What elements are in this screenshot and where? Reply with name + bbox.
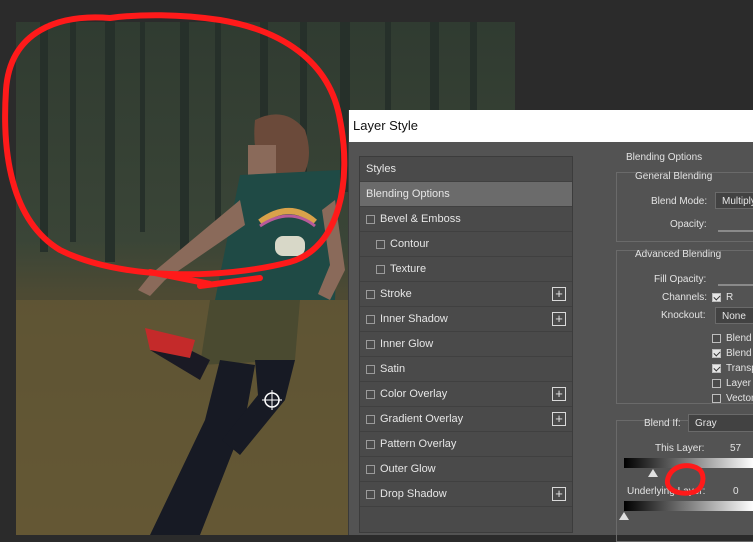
style-item-contour[interactable]: Contour	[360, 232, 572, 257]
dialog-title: Layer Style	[349, 110, 753, 142]
style-item-label: Stroke	[380, 288, 412, 300]
style-checkbox[interactable]	[376, 265, 385, 274]
style-checkbox[interactable]	[366, 340, 375, 349]
style-item-label: Blending Options	[366, 188, 450, 200]
opacity-label: Opacity:	[670, 219, 707, 230]
style-item-label: Outer Glow	[380, 463, 436, 475]
blend-mode-select[interactable]: Multiply	[715, 192, 753, 209]
advanced-option-label: Blend	[726, 333, 752, 344]
style-item-inner-shadow[interactable]: Inner Shadow +	[360, 307, 572, 332]
channels-label: Channels:	[662, 292, 708, 303]
style-checkbox[interactable]	[366, 290, 375, 299]
advanced-option-label: Transp	[726, 363, 753, 374]
style-item-label: Bevel & Emboss	[380, 213, 461, 225]
style-checkbox[interactable]	[366, 215, 375, 224]
style-item-styles[interactable]: Styles	[360, 157, 572, 182]
style-item-label: Color Overlay	[380, 388, 448, 400]
advanced-option-checkbox[interactable]	[712, 394, 721, 403]
style-item-label: Pattern Overlay	[380, 438, 457, 450]
style-item-label: Inner Glow	[380, 338, 434, 350]
style-item-outer-glow[interactable]: Outer Glow	[360, 457, 572, 482]
style-item-pattern-overlay[interactable]: Pattern Overlay	[360, 432, 572, 457]
add-style-plus-icon[interactable]: +	[552, 287, 566, 301]
add-style-plus-icon[interactable]: +	[552, 312, 566, 326]
style-item-satin[interactable]: Satin	[360, 357, 572, 382]
advanced-option-checkbox[interactable]	[712, 379, 721, 388]
underlying-layer-gradient	[624, 501, 753, 511]
add-style-plus-icon[interactable]: +	[552, 412, 566, 426]
general-blending-title: General Blending	[635, 171, 713, 182]
style-item-texture[interactable]: Texture	[360, 257, 572, 282]
this-layer-slider-thumb[interactable]	[648, 469, 659, 477]
underlying-layer-value: 0	[733, 486, 739, 497]
this-layer-gradient	[624, 458, 753, 468]
blend-if-label: Blend If:	[644, 418, 681, 429]
advanced-option-checkbox[interactable]	[712, 364, 721, 373]
styles-list: Styles Blending Options Bevel & Emboss Cont…	[359, 156, 573, 533]
style-checkbox[interactable]	[366, 415, 375, 424]
blend-if-select[interactable]: Gray	[688, 414, 753, 432]
style-item-stroke[interactable]: Stroke +	[360, 282, 572, 307]
style-item-bevel-emboss[interactable]: Bevel & Emboss	[360, 207, 572, 232]
channel-r-label: R	[726, 292, 734, 303]
style-item-label: Styles	[366, 163, 396, 175]
underlying-slider-thumb[interactable]	[619, 512, 629, 520]
style-checkbox[interactable]	[376, 240, 385, 249]
knockout-select[interactable]: None	[715, 307, 753, 324]
style-item-label: Inner Shadow	[380, 313, 448, 325]
this-layer-label: This Layer:	[655, 443, 705, 454]
style-item-blending-options[interactable]: Blending Options	[360, 182, 572, 207]
style-item-label: Drop Shadow	[380, 488, 447, 500]
style-checkbox[interactable]	[366, 440, 375, 449]
advanced-option-checkbox[interactable]	[712, 334, 721, 343]
add-style-plus-icon[interactable]: +	[552, 487, 566, 501]
opacity-slider[interactable]	[718, 230, 753, 232]
style-checkbox[interactable]	[366, 315, 375, 324]
style-item-drop-shadow[interactable]: Drop Shadow +	[360, 482, 572, 507]
style-item-label: Satin	[380, 363, 406, 375]
style-checkbox[interactable]	[366, 490, 375, 499]
style-item-label: Contour	[390, 238, 430, 250]
fill-opacity-label: Fill Opacity:	[654, 274, 707, 285]
advanced-option-label: Blend	[726, 348, 752, 359]
advanced-option-label: Vector	[726, 393, 753, 404]
style-item-color-overlay[interactable]: Color Overlay +	[360, 382, 572, 407]
style-item-label: Texture	[390, 263, 427, 275]
advanced-option-checkbox[interactable]	[712, 349, 721, 358]
advanced-blending-title: Advanced Blending	[635, 249, 722, 260]
this-layer-value: 57	[730, 443, 742, 454]
channel-r-checkbox[interactable]	[712, 293, 721, 302]
style-checkbox[interactable]	[366, 465, 375, 474]
add-style-plus-icon[interactable]: +	[552, 387, 566, 401]
style-item-inner-glow[interactable]: Inner Glow	[360, 332, 572, 357]
blending-options-panel: Blending Options General Blending Blend …	[606, 148, 753, 542]
blend-if-group	[616, 420, 753, 542]
fill-opacity-slider[interactable]	[718, 284, 753, 286]
style-item-label: Gradient Overlay	[380, 413, 464, 425]
section-title: Blending Options	[626, 152, 703, 163]
style-checkbox[interactable]	[366, 365, 375, 374]
style-item-gradient-overlay[interactable]: Gradient Overlay +	[360, 407, 572, 432]
blend-mode-label: Blend Mode:	[651, 196, 708, 207]
knockout-label: Knockout:	[661, 310, 706, 321]
underlying-layer-label: Underlying Layer:	[627, 486, 706, 497]
layer-style-dialog: Layer Style Styles Blending Options Bevel …	[348, 110, 753, 542]
advanced-option-label: Layer	[726, 378, 752, 389]
style-checkbox[interactable]	[366, 390, 375, 399]
